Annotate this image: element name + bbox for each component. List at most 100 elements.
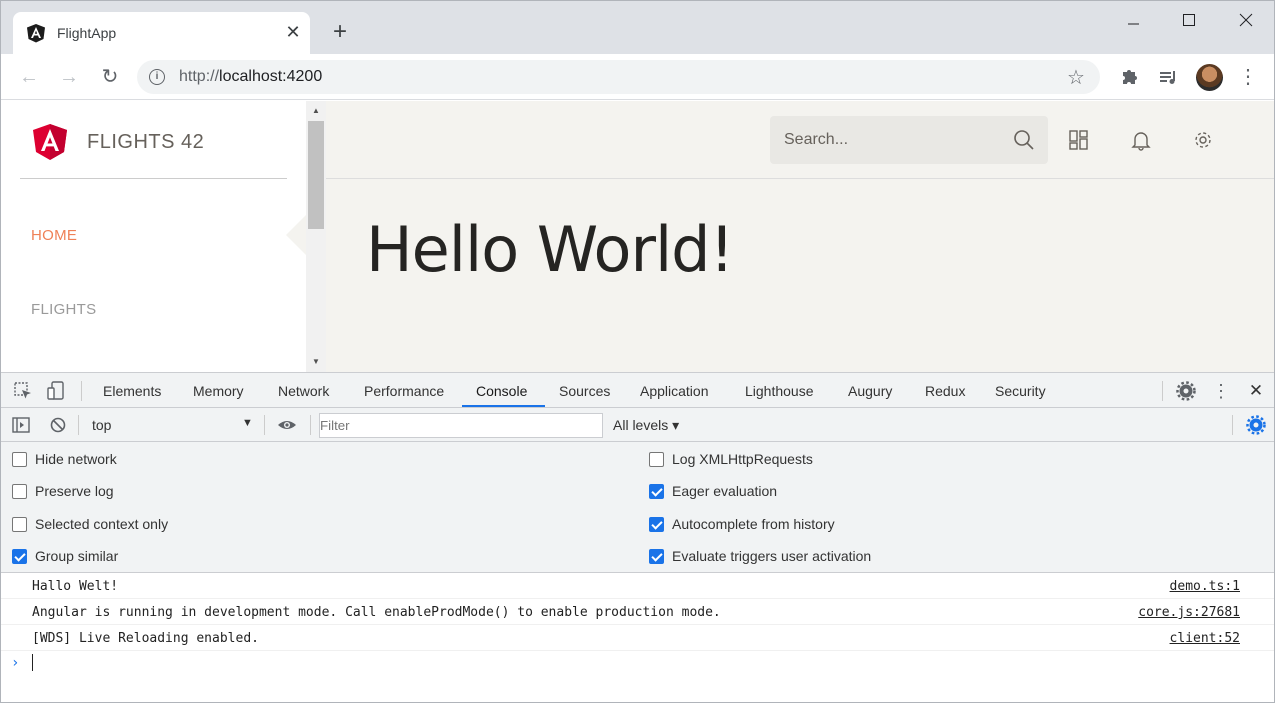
search-input[interactable]: Search... <box>770 116 1048 164</box>
new-tab-button[interactable]: + <box>327 19 353 45</box>
message-source-link[interactable]: core.js:27681 <box>1138 605 1240 620</box>
tab-redux[interactable]: Redux <box>925 383 965 399</box>
live-expression-eye-icon[interactable] <box>276 414 298 436</box>
checkbox-label: Hide network <box>35 451 117 467</box>
tab-performance[interactable]: Performance <box>364 383 444 399</box>
tab-lighthouse[interactable]: Lighthouse <box>745 383 814 399</box>
toolbar-divider <box>264 415 265 435</box>
message-text: [WDS] Live Reloading enabled. <box>32 631 259 646</box>
web-page: FLIGHTS 42 HOME FLIGHTS ▲ ▼ Search... He… <box>1 101 1274 372</box>
checkbox-label: Selected context only <box>35 516 169 532</box>
maximize-button[interactable] <box>1166 5 1212 35</box>
url-text[interactable]: http://localhost:4200 <box>179 68 322 86</box>
address-bar[interactable]: i http://localhost:4200 ☆ <box>137 60 1100 94</box>
scroll-down-icon[interactable]: ▼ <box>306 355 326 369</box>
tab-network[interactable]: Network <box>278 383 329 399</box>
tab-strip: FlightApp ✕ + <box>1 1 1274 54</box>
console-settings-gear-icon[interactable] <box>1245 414 1267 436</box>
scroll-up-icon[interactable]: ▲ <box>306 104 326 118</box>
tab-memory[interactable]: Memory <box>193 383 244 399</box>
tab-console[interactable]: Console <box>476 383 527 399</box>
show-sidebar-icon[interactable] <box>10 414 32 436</box>
checkbox-box[interactable] <box>649 452 664 467</box>
window-close-button[interactable] <box>1223 5 1269 35</box>
log-levels-dropdown[interactable]: All levels ▾ <box>613 417 679 434</box>
devtools-tabbar: Elements Memory Network Performance Cons… <box>1 373 1274 408</box>
message-text: Hallo Welt! <box>32 579 119 594</box>
checkbox-label: Eager evaluation <box>672 483 778 499</box>
console-input-caret[interactable] <box>32 654 33 671</box>
tab-augury[interactable]: Augury <box>848 383 892 399</box>
tab-sources[interactable]: Sources <box>559 383 610 399</box>
sidebar-item-home[interactable]: HOME <box>31 227 77 244</box>
tabbar-divider <box>81 381 82 401</box>
console-output[interactable]: Hallo Welt! demo.ts:1 Angular is running… <box>1 573 1274 702</box>
url-scheme: http:// <box>179 68 220 85</box>
active-tab-indicator <box>462 405 545 407</box>
checkbox-label: Log XMLHttpRequests <box>672 451 813 467</box>
context-dropdown-icon[interactable]: ▼ <box>242 417 253 429</box>
tabbar-divider <box>1162 381 1163 401</box>
devtools-settings-gear-icon[interactable] <box>1175 380 1197 402</box>
window-close-icon <box>1239 13 1253 27</box>
devtools-close-icon[interactable]: ✕ <box>1245 380 1267 402</box>
checkbox-box[interactable] <box>649 484 664 499</box>
toolbar-divider <box>78 415 79 435</box>
scrollbar-thumb[interactable] <box>308 121 324 229</box>
browser-tab[interactable]: FlightApp ✕ <box>13 12 310 54</box>
url-host: localhost:4200 <box>219 68 323 85</box>
context-selector[interactable]: top <box>92 417 111 433</box>
devtools-panel: Elements Memory Network Performance Cons… <box>1 372 1274 702</box>
checkbox-box[interactable] <box>12 517 27 532</box>
checkbox-label: Preserve log <box>35 483 114 499</box>
profile-avatar[interactable] <box>1196 64 1223 91</box>
toolbar-divider <box>310 415 311 435</box>
toolbar-divider <box>1232 415 1233 435</box>
checkbox-box[interactable] <box>649 517 664 532</box>
search-placeholder: Search... <box>784 131 849 148</box>
media-queue-icon[interactable] <box>1154 63 1182 91</box>
checkbox-label: Group similar <box>35 548 119 564</box>
forward-icon[interactable]: → <box>55 63 83 91</box>
message-source-link[interactable]: demo.ts:1 <box>1170 579 1240 594</box>
message-source-link[interactable]: client:52 <box>1170 631 1240 646</box>
tab-title: FlightApp <box>57 25 117 41</box>
checkbox-label: Autocomplete from history <box>672 516 835 532</box>
clear-console-icon[interactable] <box>47 414 69 436</box>
checkbox-box[interactable] <box>12 484 27 499</box>
checkbox-box[interactable] <box>12 452 27 467</box>
filter-input[interactable] <box>319 413 603 438</box>
minimize-button[interactable] <box>1110 5 1156 35</box>
message-text: Angular is running in development mode. … <box>32 605 721 620</box>
sidebar-scrollbar[interactable]: ▲ ▼ <box>306 101 326 372</box>
brand-title[interactable]: FLIGHTS 42 <box>87 131 204 154</box>
menu-kebab-icon[interactable]: ⋮ <box>1234 63 1262 91</box>
checkbox-box[interactable] <box>12 549 27 564</box>
checkbox-box[interactable] <box>649 549 664 564</box>
bookmark-star-icon[interactable]: ☆ <box>1067 65 1085 90</box>
tab-elements[interactable]: Elements <box>103 383 161 399</box>
angular-logo-icon <box>33 124 67 160</box>
tab-close-icon[interactable]: ✕ <box>281 20 305 44</box>
devtools-more-kebab-icon[interactable]: ⋮ <box>1210 380 1232 402</box>
console-message: Hallo Welt! demo.ts:1 <box>1 573 1274 599</box>
notifications-bell-icon[interactable] <box>1130 129 1152 151</box>
maximize-icon <box>1183 14 1195 26</box>
angular-favicon-icon <box>27 24 45 43</box>
extensions-puzzle-icon[interactable] <box>1115 63 1143 91</box>
dashboard-layout-icon[interactable] <box>1068 129 1090 151</box>
browser-window: FlightApp ✕ + ← → ↻ i http://localhost:4… <box>0 0 1275 703</box>
page-heading: Hello World! <box>366 213 734 286</box>
site-info-icon[interactable]: i <box>149 69 165 85</box>
reload-icon[interactable]: ↻ <box>96 63 124 91</box>
device-toolbar-icon[interactable] <box>45 380 67 402</box>
console-message: Angular is running in development mode. … <box>1 599 1274 625</box>
sidebar-item-flights[interactable]: FLIGHTS <box>31 301 96 318</box>
tab-security[interactable]: Security <box>995 383 1046 399</box>
settings-gear-icon[interactable] <box>1192 129 1214 151</box>
search-icon[interactable] <box>1013 129 1035 151</box>
back-icon[interactable]: ← <box>15 63 43 91</box>
app-sidebar: FLIGHTS 42 HOME FLIGHTS <box>1 101 306 372</box>
inspect-element-icon[interactable] <box>12 380 34 402</box>
tab-application[interactable]: Application <box>640 383 709 399</box>
